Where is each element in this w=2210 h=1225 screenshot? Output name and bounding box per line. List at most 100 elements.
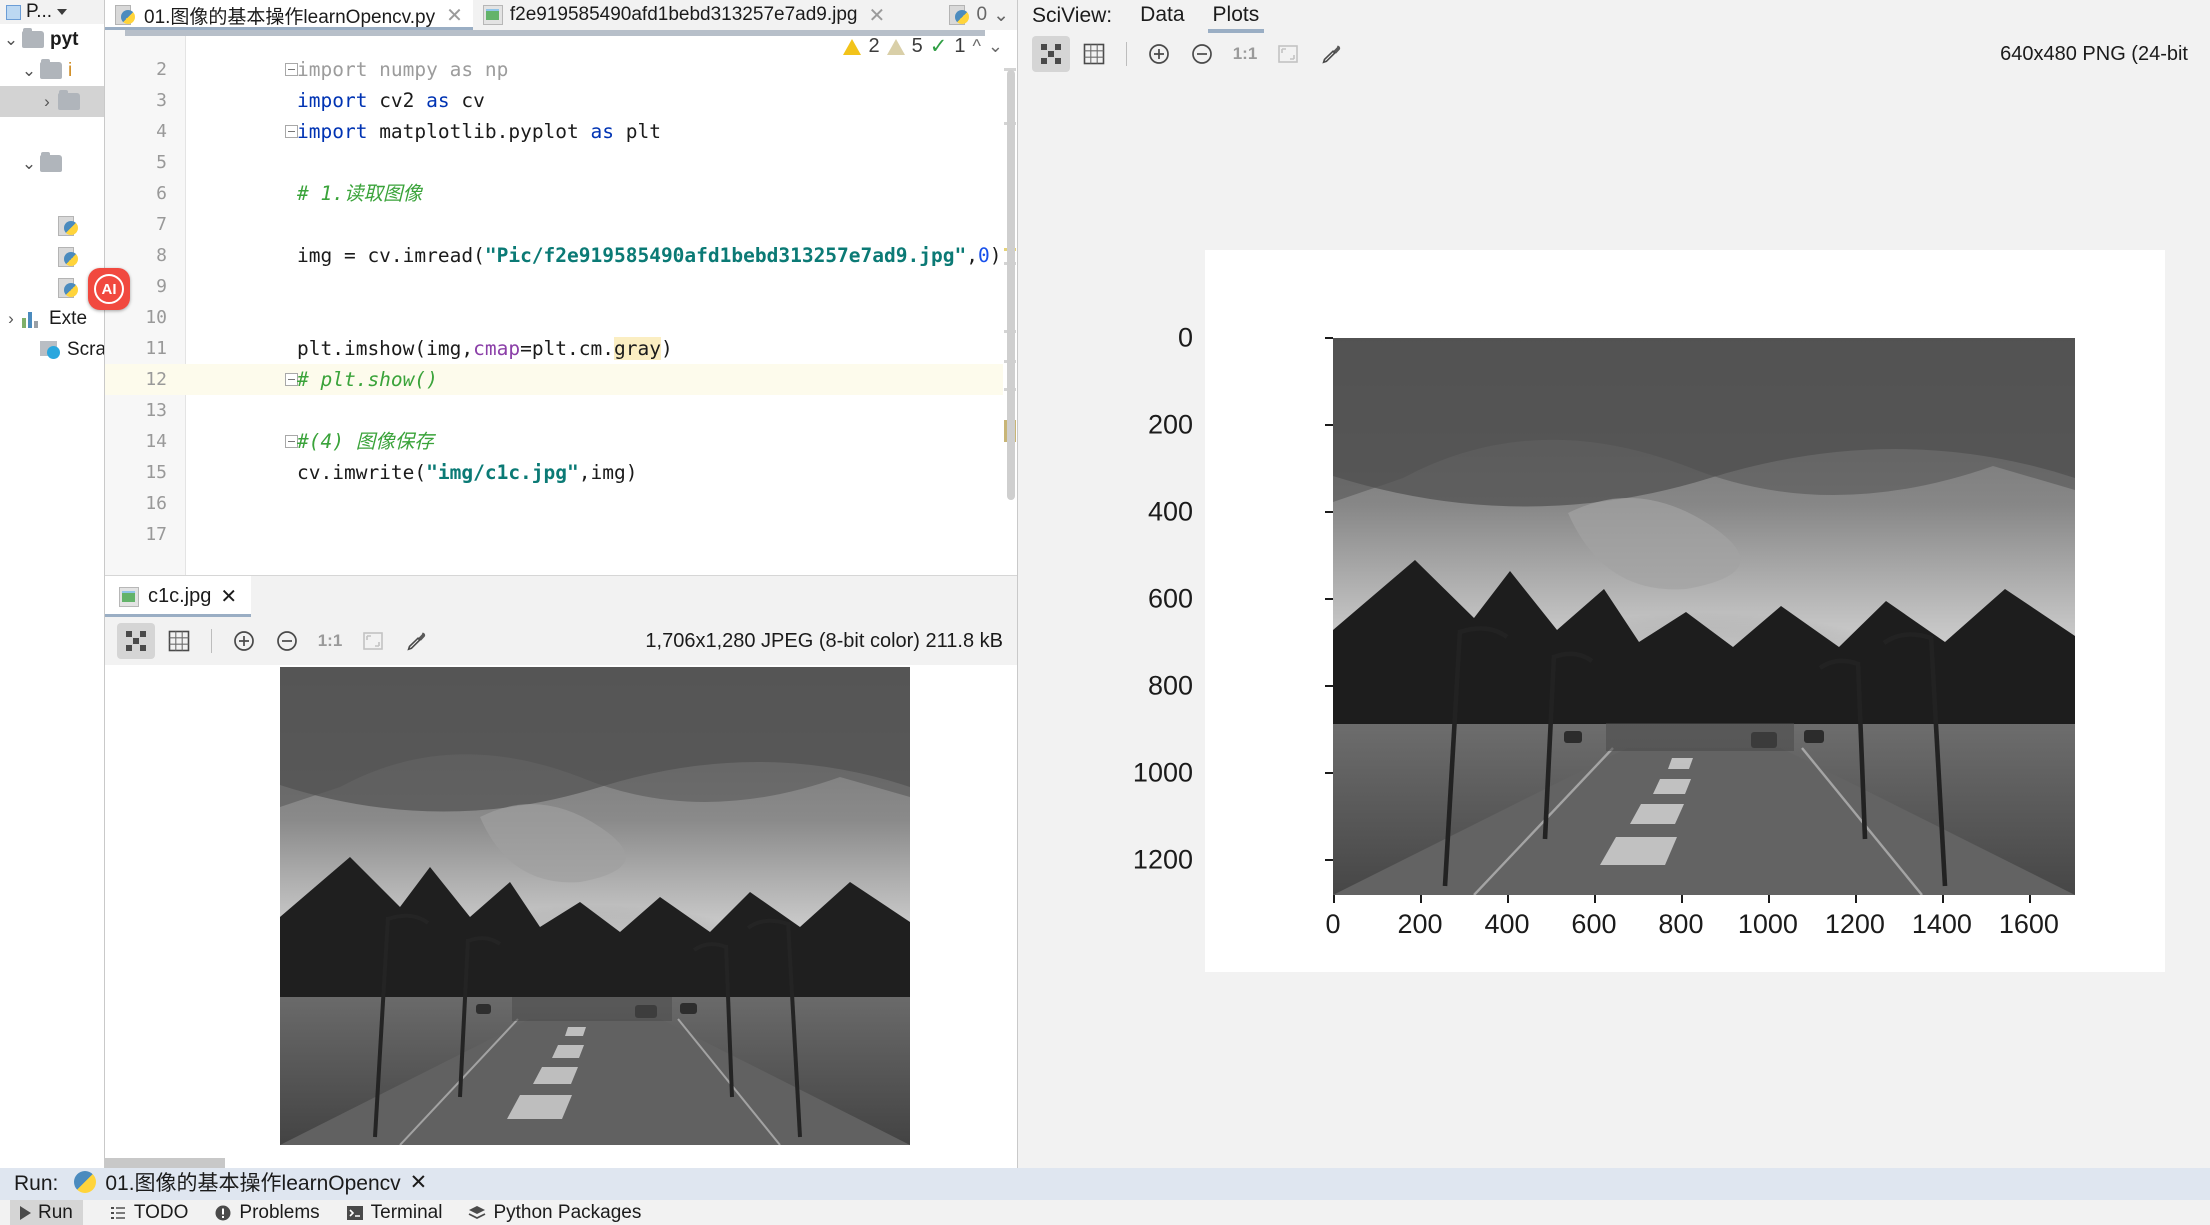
tree-item-label: Exte xyxy=(49,307,88,329)
status-bar-item[interactable]: Terminal xyxy=(346,1202,442,1224)
image-viewer-toolbar: 1:1 1,706x1,280 JPEG (8-bit color) 211.8 … xyxy=(105,617,1017,665)
zoom-out-icon[interactable] xyxy=(1183,36,1221,72)
play-icon xyxy=(20,1205,31,1220)
toolbar-divider xyxy=(1126,42,1127,66)
tree-item[interactable] xyxy=(0,179,104,210)
tree-item[interactable]: ⌄ i xyxy=(0,55,104,86)
image-viewer-canvas[interactable] xyxy=(105,665,1017,1168)
code-line: 15 cv.imwrite("img/c1c.jpg",img) xyxy=(105,457,1017,488)
chevron-down-icon[interactable]: ⌄ xyxy=(18,61,40,81)
code-line: 8 img = cv.imread("Pic/f2e919585490afd1be… xyxy=(105,240,1017,271)
x-axis-tick-mark xyxy=(1506,895,1509,903)
editor-vertical-scrollbar[interactable] xyxy=(1007,70,1015,500)
zoom-in-icon[interactable] xyxy=(225,623,263,659)
code-lines: 2 import numpy as np 3 import cv2 as cv 4 imp… xyxy=(105,54,1017,550)
transparency-grid-icon[interactable] xyxy=(117,623,155,659)
editor-tab[interactable]: f2e919585490afd1bebd313257e7ad9.jpg ✕ xyxy=(473,0,895,30)
pixel-grid-icon[interactable] xyxy=(160,623,198,659)
tree-item[interactable] xyxy=(0,117,104,148)
actual-size-icon[interactable]: 1:1 xyxy=(1226,36,1264,72)
ai-assistant-badge[interactable]: AI xyxy=(88,268,130,310)
scratches-icon xyxy=(40,340,62,359)
line-number: 2 xyxy=(156,59,167,80)
sciview-toolbar: 1:1 640x480 PNG (24-bit xyxy=(1018,30,2210,78)
run-widget[interactable]: 0 ⌄ xyxy=(948,0,1018,30)
y-axis-tick-label: 400 xyxy=(1147,496,1193,527)
pixel-grid-icon[interactable] xyxy=(1075,36,1113,72)
chevron-down-icon[interactable]: ⌄ xyxy=(18,154,40,174)
y-axis-tick-label: 0 xyxy=(1177,322,1193,353)
tree-item[interactable] xyxy=(0,210,104,241)
status-bar-item-label: Run xyxy=(38,1201,73,1223)
project-tool-window: P... ⌄ pyt ⌄ i › ⌄ › Exte Scra xyxy=(0,0,105,1168)
y-axis-tick-mark xyxy=(1325,511,1333,514)
actual-size-icon[interactable]: 1:1 xyxy=(311,623,349,659)
project-pane-header[interactable]: P... xyxy=(0,0,104,24)
folder-icon xyxy=(58,90,80,110)
tree-item[interactable]: › Exte xyxy=(0,303,104,334)
close-icon[interactable]: ✕ xyxy=(220,584,237,609)
editor-tab-label: 01.图像的基本操作learnOpencv.py xyxy=(144,6,436,28)
street-photo-grayscale xyxy=(280,667,910,1145)
sciview-meta: 640x480 PNG (24-bit xyxy=(2000,42,2188,65)
code-line: 10 xyxy=(105,302,1017,333)
line-number: 8 xyxy=(156,245,167,266)
project-icon xyxy=(6,4,21,20)
ai-assistant-label: AI xyxy=(94,274,124,304)
run-tool-window-header: Run: 01.图像的基本操作learnOpencv ✕ xyxy=(0,1167,2210,1205)
weak-warning-icon xyxy=(886,38,905,55)
tree-item[interactable]: Scra xyxy=(0,334,104,365)
plot-figure[interactable]: 0 200 400 600 800 1000 1200 0 200 400 600 800 1000 1… xyxy=(1133,250,2165,972)
fit-to-window-icon[interactable] xyxy=(1269,36,1307,72)
run-configuration-tab[interactable]: 01.图像的基本操作learnOpencv ✕ xyxy=(68,1167,434,1205)
code-area[interactable]: 2 import numpy as np 3 import cv2 as cv 4 imp… xyxy=(105,30,1017,575)
close-icon[interactable]: ✕ xyxy=(410,1170,428,1195)
line-number: 7 xyxy=(156,214,167,235)
status-bar-item[interactable]: TODO xyxy=(109,1202,188,1224)
tab-plots[interactable]: Plots xyxy=(1207,3,1264,33)
inspection-widget[interactable]: 2 5 ✓ 1 ^ ⌄ xyxy=(843,34,1003,59)
status-bar-item-label: Problems xyxy=(239,1201,320,1223)
chevron-right-icon[interactable]: › xyxy=(36,92,58,112)
x-axis-tick-label: 0 xyxy=(1325,909,1341,939)
close-icon[interactable]: ✕ xyxy=(868,3,885,28)
tree-item[interactable]: ⌄ xyxy=(0,148,104,179)
color-picker-icon[interactable] xyxy=(397,623,435,659)
next-problem-icon[interactable]: ⌄ xyxy=(988,36,1003,57)
chevron-down-icon[interactable] xyxy=(57,9,68,15)
tab-data[interactable]: Data xyxy=(1140,3,1184,30)
x-axis-tick-mark xyxy=(1419,895,1422,903)
code-line: 13 xyxy=(105,395,1017,426)
y-axis-tick-mark xyxy=(1325,859,1333,862)
code-text: cv.imwrite("img/c1c.jpg",img) xyxy=(297,461,638,484)
chevron-down-icon[interactable]: ⌄ xyxy=(0,30,22,50)
editor-tab[interactable]: 01.图像的基本操作learnOpencv.py ✕ xyxy=(105,0,473,30)
tree-item[interactable]: › xyxy=(0,86,104,117)
fit-to-window-icon[interactable] xyxy=(354,623,392,659)
line-number: 13 xyxy=(145,400,167,421)
tree-item[interactable] xyxy=(0,241,104,272)
terminal-icon xyxy=(346,1205,363,1220)
zoom-in-icon[interactable] xyxy=(1140,36,1178,72)
chevron-right-icon[interactable]: › xyxy=(0,309,22,329)
code-line: 12 # plt.show() xyxy=(105,364,1017,395)
x-axis-tick-label: 400 xyxy=(1484,909,1530,939)
color-picker-icon[interactable] xyxy=(1312,36,1350,72)
close-icon[interactable]: ✕ xyxy=(446,3,463,28)
warning-icon xyxy=(843,38,862,55)
status-bar-item[interactable]: Run xyxy=(10,1200,83,1225)
zoom-out-icon[interactable] xyxy=(268,623,306,659)
chevron-down-icon[interactable]: ⌄ xyxy=(993,4,1009,27)
prev-problem-icon[interactable]: ^ xyxy=(972,36,980,57)
transparency-grid-icon[interactable] xyxy=(1032,36,1070,72)
tree-item[interactable]: ⌄ pyt xyxy=(0,24,104,55)
image-viewer-tab[interactable]: c1c.jpg ✕ xyxy=(105,576,252,617)
x-axis-tick-label: 200 xyxy=(1397,909,1443,939)
image-viewer-tab-label: c1c.jpg xyxy=(148,585,212,607)
status-bar-item[interactable]: Python Packages xyxy=(468,1202,641,1224)
problems-icon xyxy=(215,1205,231,1220)
status-bar-item[interactable]: Problems xyxy=(214,1201,320,1224)
line-number: 3 xyxy=(156,90,167,111)
code-line: 16 xyxy=(105,488,1017,519)
y-axis-tick-label: 600 xyxy=(1147,583,1193,614)
